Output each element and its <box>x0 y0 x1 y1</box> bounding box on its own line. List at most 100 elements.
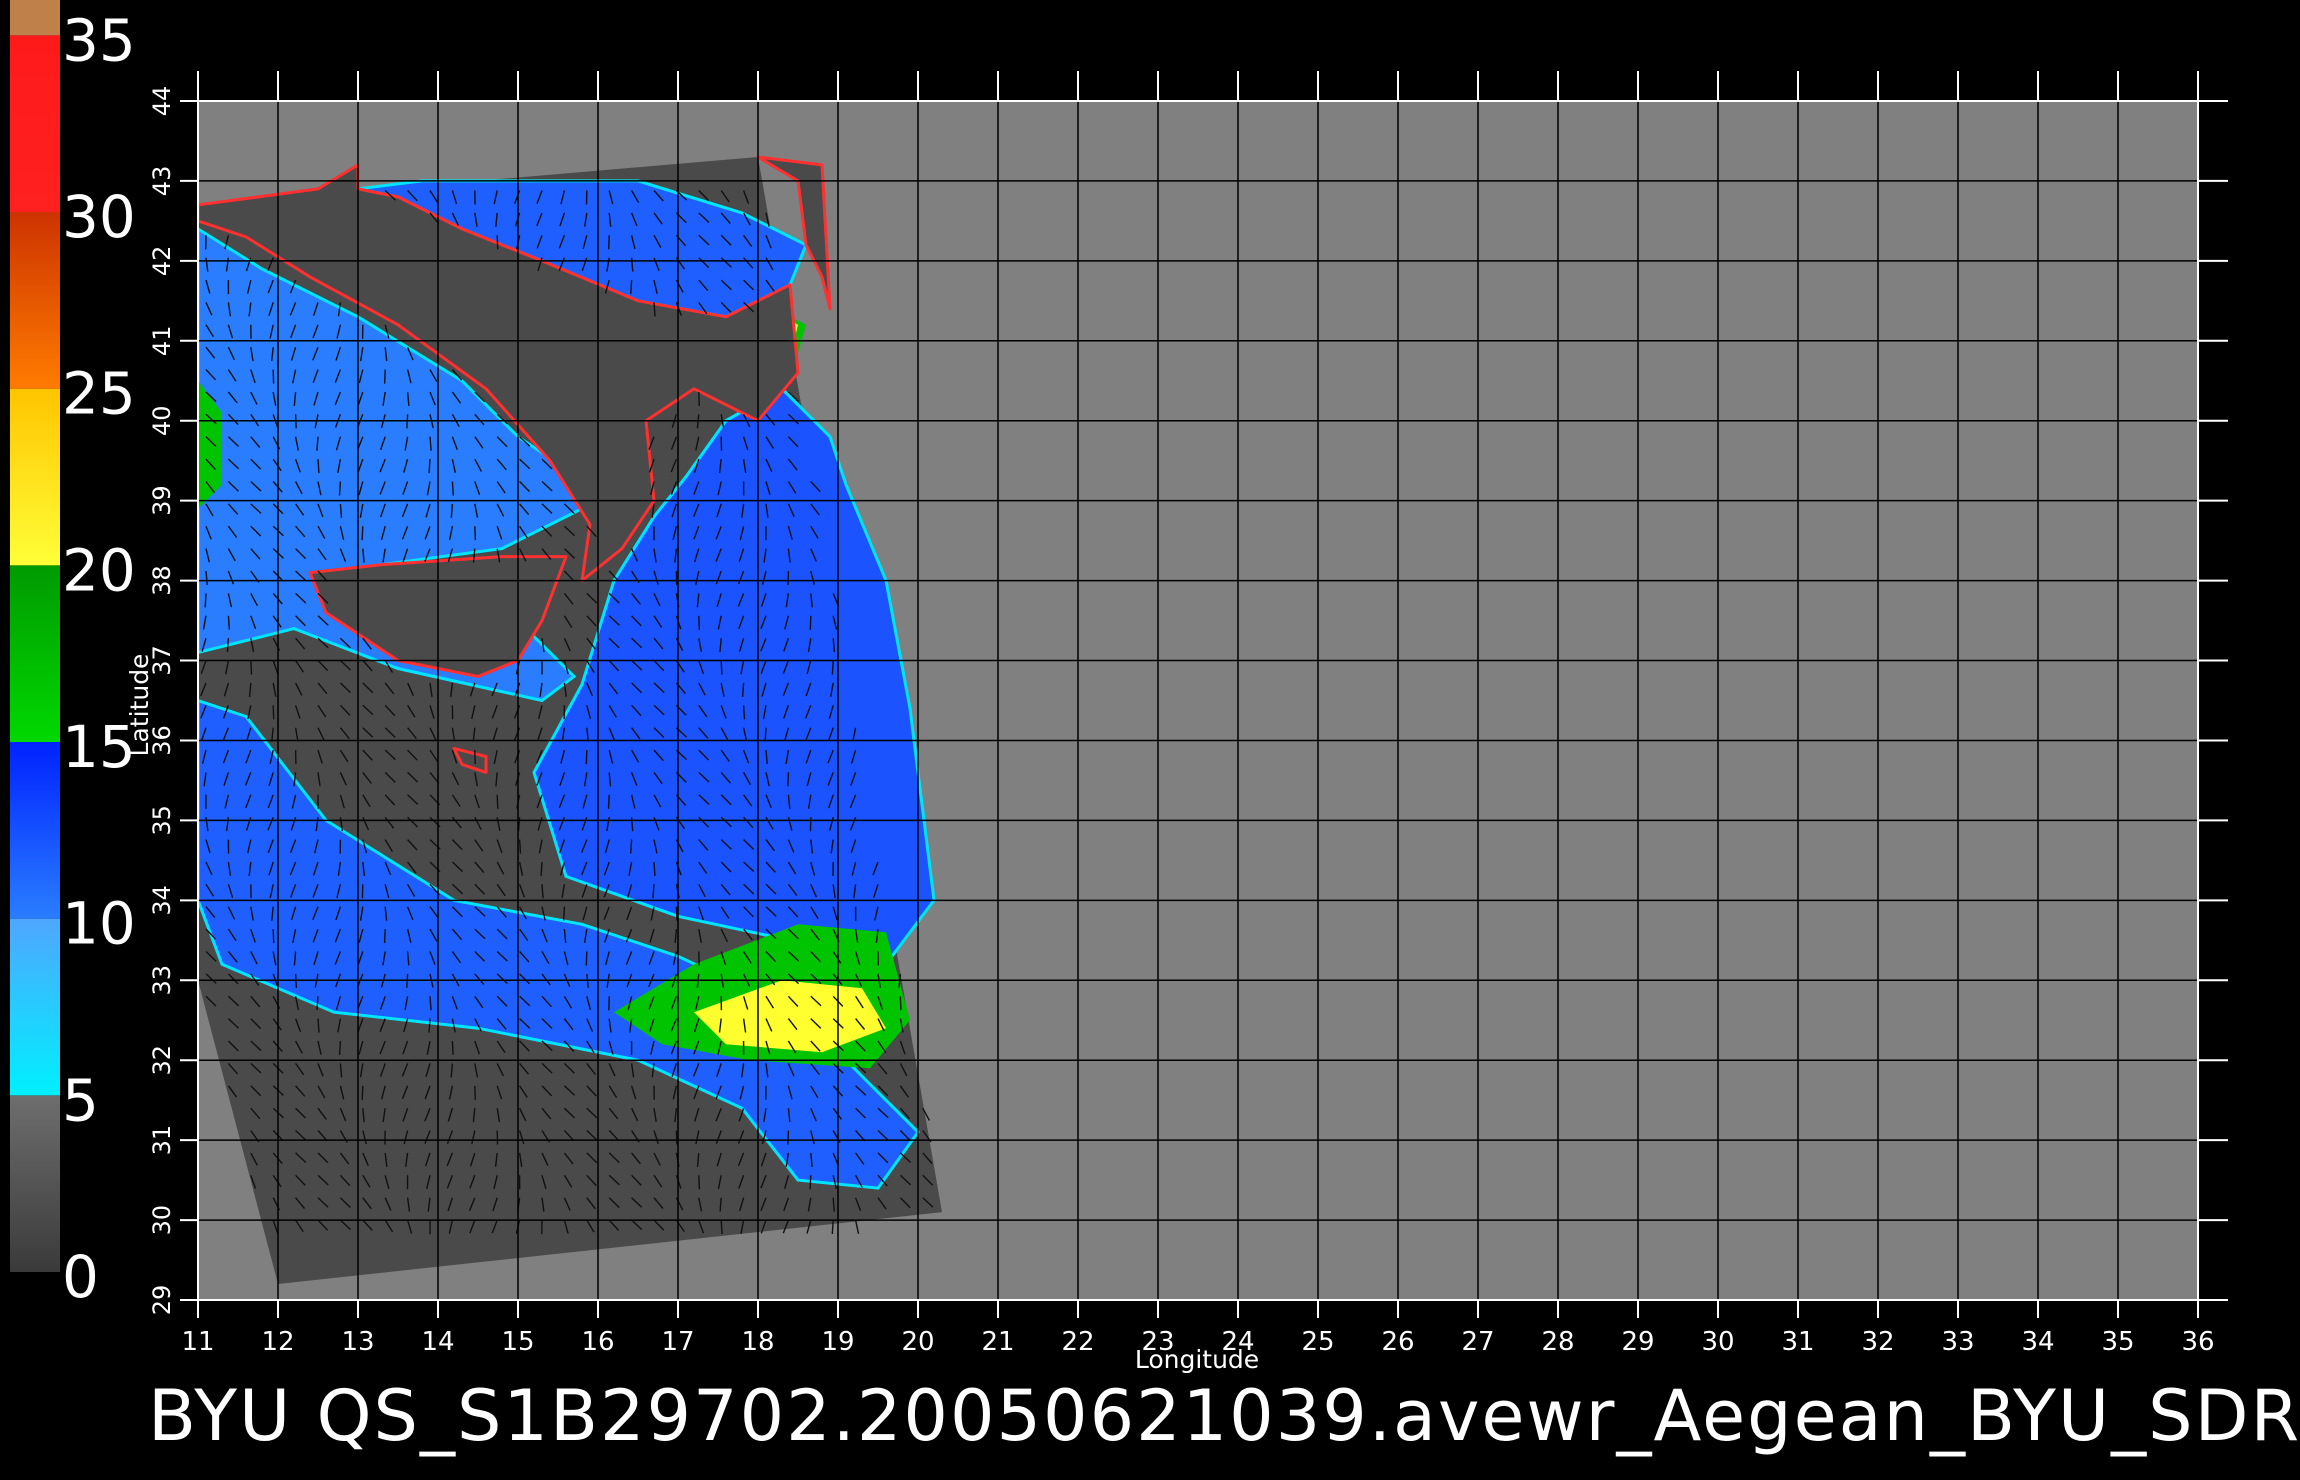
wind-vector <box>787 1130 790 1145</box>
wind-vector <box>317 459 320 474</box>
wind-vector <box>630 280 633 295</box>
x-tick-label: 14 <box>421 1327 454 1357</box>
y-tick-label: 29 <box>148 1285 176 1316</box>
wind-vector <box>831 660 834 675</box>
wind-vector <box>474 1085 476 1100</box>
x-tick-label: 30 <box>1701 1327 1734 1357</box>
x-tick-label: 22 <box>1061 1327 1094 1357</box>
wind-vector <box>741 682 745 697</box>
colorbar-label: 5 <box>62 1066 99 1134</box>
x-tick-label: 16 <box>581 1327 614 1357</box>
wind-vector <box>742 705 746 720</box>
wind-vector <box>383 929 386 944</box>
y-tick-label: 39 <box>148 485 176 516</box>
wind-vector <box>384 369 386 384</box>
wind-vector <box>204 593 207 608</box>
wind-vector <box>831 1220 834 1235</box>
x-tick-label: 36 <box>2181 1327 2214 1357</box>
y-tick-label: 42 <box>148 246 176 277</box>
wind-vector <box>899 996 902 1011</box>
colorbar-label: 30 <box>62 183 136 251</box>
y-tick-label: 38 <box>148 565 176 596</box>
wind-vector <box>317 1018 320 1033</box>
wind-vector <box>428 459 431 474</box>
wind-vector <box>226 638 230 653</box>
x-tick-label: 35 <box>2101 1327 2134 1357</box>
y-tick-label: 44 <box>148 86 176 117</box>
y-tick-label: 34 <box>148 885 176 916</box>
y-tick-label: 35 <box>148 805 176 836</box>
y-tick-label: 30 <box>148 1205 176 1236</box>
colorbar-segment <box>10 918 60 1096</box>
x-tick-label: 21 <box>981 1327 1014 1357</box>
x-tick-label: 32 <box>1861 1327 1894 1357</box>
colorbar-segment <box>10 35 60 213</box>
x-tick-label: 12 <box>261 1327 294 1357</box>
colorbar-segment <box>10 0 60 36</box>
x-tick-label: 26 <box>1381 1327 1414 1357</box>
wind-vector <box>698 391 700 406</box>
colorbar-label: 25 <box>62 360 136 428</box>
wind-vector <box>698 1175 701 1190</box>
wind-vector <box>585 951 588 966</box>
wind-vector <box>698 615 700 630</box>
colorbar-segment <box>10 388 60 566</box>
wind-vector <box>338 1040 342 1056</box>
wind-vector <box>653 302 656 317</box>
wind-vector <box>428 1018 431 1033</box>
colorbar-label: 0 <box>62 1243 99 1311</box>
colorbar-label: 20 <box>62 536 136 604</box>
colorbar-segment <box>10 212 60 389</box>
colorbar-label: 35 <box>62 6 136 74</box>
colorbar-label: 10 <box>62 890 136 958</box>
wind-vector <box>227 615 231 630</box>
wind-vector <box>653 861 656 876</box>
x-tick-label: 20 <box>901 1327 934 1357</box>
wind-vector <box>474 526 477 541</box>
wind-vector <box>451 1040 454 1056</box>
wind-vector <box>316 996 319 1011</box>
colorbar-segment <box>10 1095 60 1272</box>
wind-vector <box>338 481 342 496</box>
wind-vector <box>429 996 432 1011</box>
wind-vector <box>720 660 723 675</box>
x-tick-label: 28 <box>1541 1327 1574 1357</box>
wind-vector <box>787 772 790 787</box>
x-tick-label: 18 <box>741 1327 774 1357</box>
colorbar <box>10 0 60 1272</box>
y-tick-label: 40 <box>148 405 176 436</box>
wind-vector <box>540 861 543 876</box>
x-tick-label: 33 <box>1941 1327 1974 1357</box>
y-tick-label: 41 <box>148 326 176 357</box>
wind-vector <box>250 660 253 675</box>
wind-vector <box>764 727 767 742</box>
y-tick-label: 33 <box>148 965 176 996</box>
wind-vector <box>563 906 566 921</box>
wind-vector <box>496 794 499 809</box>
y-tick-label: 31 <box>148 1125 176 1156</box>
x-tick-label: 17 <box>661 1327 694 1357</box>
y-axis-label: Latitude <box>125 654 154 757</box>
wind-vector <box>608 235 610 250</box>
x-tick-label: 27 <box>1461 1327 1494 1357</box>
image-title: BYU QS_S1B29702.20050621039.avewr_Aegean… <box>148 1375 2300 1457</box>
wind-vector <box>809 615 812 630</box>
x-tick-label: 34 <box>2021 1327 2054 1357</box>
y-tick-label: 32 <box>148 1045 176 1076</box>
wind-vector <box>518 839 522 854</box>
colorbar-segment <box>10 565 60 742</box>
wind-vector <box>272 929 275 944</box>
wind-vector <box>585 750 588 765</box>
wind-vector <box>361 1085 364 1100</box>
wind-map: 35302520151050 11 12 13 14 15 16 17 18 19 20 21 22 2… <box>10 0 2228 1374</box>
wind-vector <box>675 906 678 921</box>
x-tick-label: 31 <box>1781 1327 1814 1357</box>
wind-vector <box>361 526 364 541</box>
wind-vector <box>272 705 275 720</box>
wind-vector <box>451 481 454 496</box>
y-tick-label: 43 <box>148 166 176 197</box>
wind-vector <box>630 839 633 854</box>
x-tick-label: 11 <box>181 1327 214 1357</box>
wind-vector <box>809 1175 812 1190</box>
wind-vector <box>607 794 610 809</box>
